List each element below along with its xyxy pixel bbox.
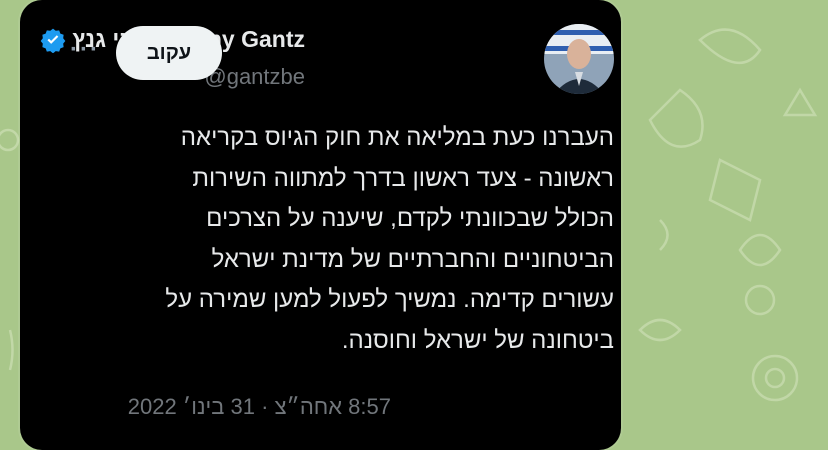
tweet-card: בני גנץ - Benny Gantz @gantzbe עקוב ··· …: [20, 0, 621, 450]
verified-badge-icon: [41, 28, 66, 53]
author-handle[interactable]: @gantzbe: [204, 64, 305, 90]
tweet-timestamp[interactable]: 8:57 אחה״צ · 31 בינו׳ 2022: [128, 394, 391, 420]
more-dots-icon[interactable]: ···: [70, 36, 100, 64]
tweet-text: העברנו כעת במליאה את חוק הגיוס בקריאה רא…: [165, 124, 614, 354]
avatar[interactable]: [544, 24, 614, 94]
follow-button[interactable]: עקוב: [116, 26, 222, 80]
